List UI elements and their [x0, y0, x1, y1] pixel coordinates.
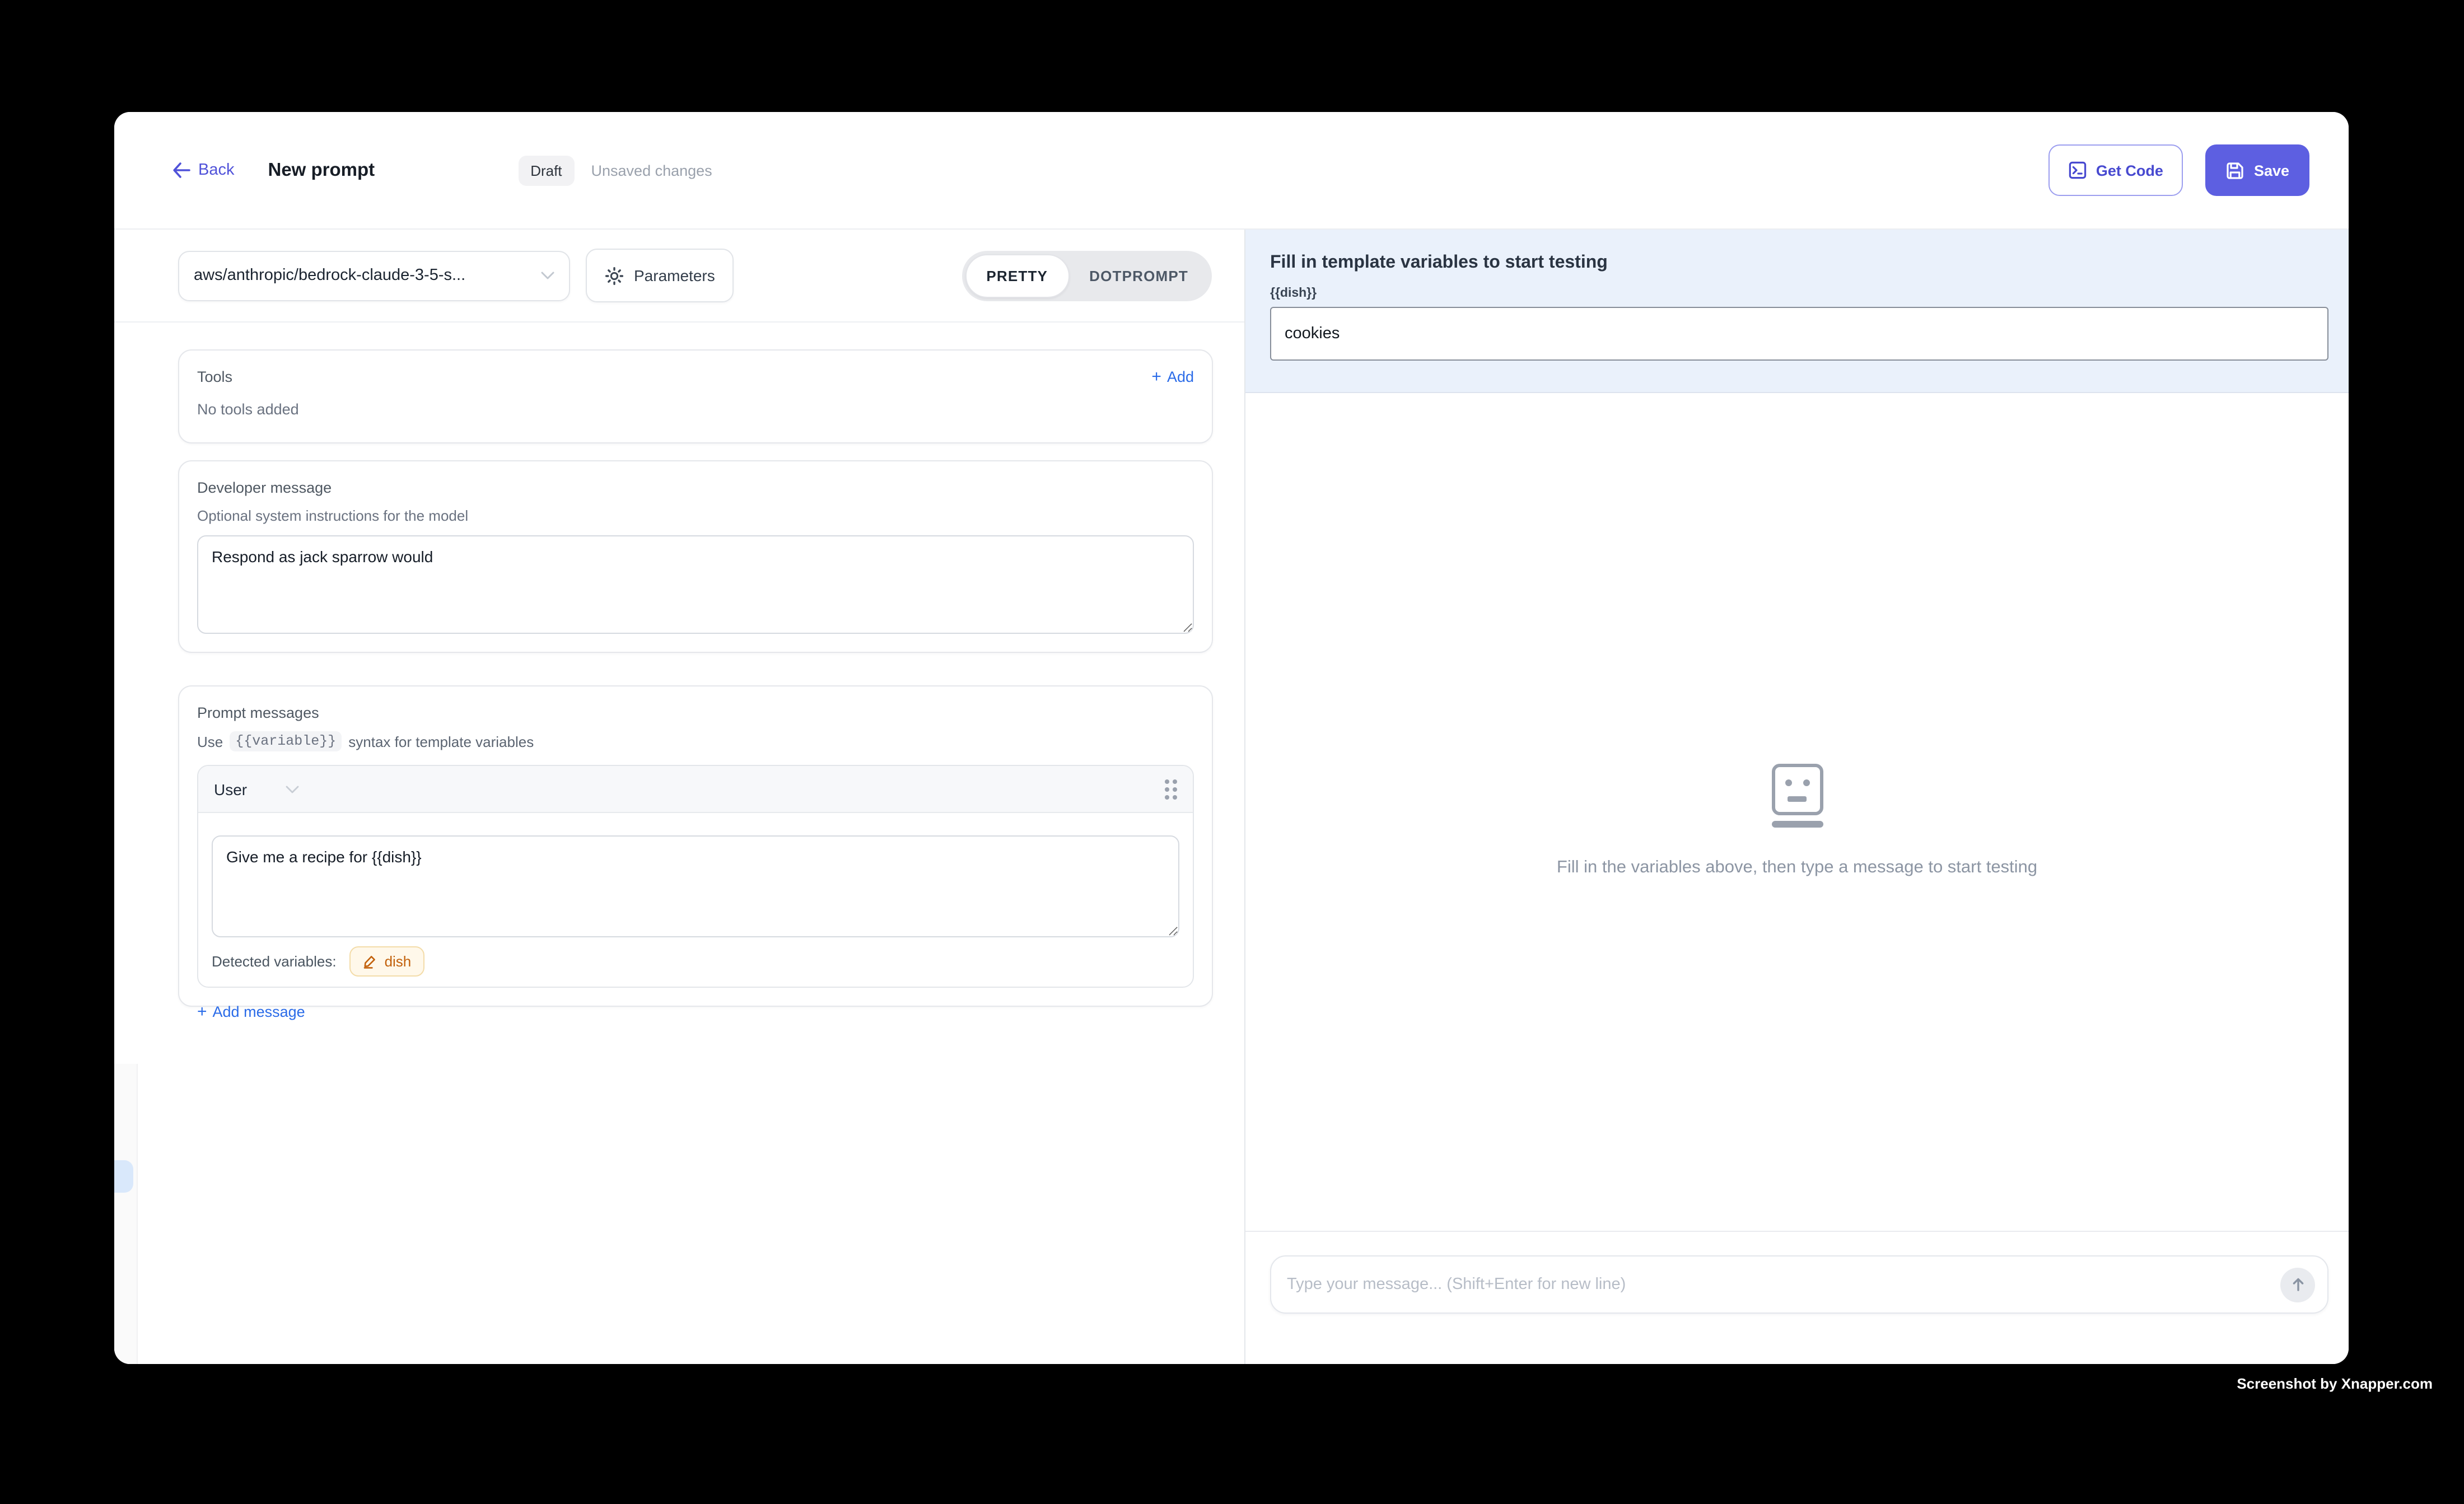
unsaved-changes-note: Unsaved changes — [591, 162, 712, 179]
model-select[interactable]: aws/anthropic/bedrock-claude-3-5-s... — [178, 250, 570, 301]
tools-empty-text: No tools added — [197, 401, 1194, 418]
role-select[interactable]: User — [214, 780, 298, 798]
chat-empty-text: Fill in the variables above, then type a… — [1557, 857, 2037, 877]
detected-variables-row: Detected variables: dish — [212, 946, 1179, 977]
detected-variables-label: Detected variables: — [212, 953, 337, 970]
message-role-bar: User — [198, 766, 1193, 813]
robot-icon — [1771, 764, 1823, 827]
header: Back New prompt Draft Unsaved changes Ge… — [114, 112, 2349, 230]
variable-name-label: {{dish}} — [1270, 287, 2328, 300]
tools-title: Tools — [197, 368, 232, 385]
editor-cards: Tools + Add No tools added Developer mes… — [114, 323, 1244, 1007]
editor-panel: aws/anthropic/bedrock-claude-3-5-s... Pa… — [114, 230, 1244, 1364]
prompt-messages-title: Prompt messages — [197, 704, 1194, 721]
add-tool-button[interactable]: + Add — [1151, 368, 1194, 385]
variable-value-input[interactable] — [1270, 307, 2328, 361]
template-variables-title: Fill in template variables to start test… — [1270, 253, 2328, 273]
prompt-messages-card: Prompt messages Use {{variable}} syntax … — [178, 685, 1213, 1007]
model-toolbar: aws/anthropic/bedrock-claude-3-5-s... Pa… — [114, 230, 1244, 323]
developer-message-card: Developer message Optional system instru… — [178, 460, 1213, 653]
parameters-button[interactable]: Parameters — [586, 249, 734, 302]
arrow-left-icon — [172, 162, 190, 178]
test-panel: Fill in template variables to start test… — [1244, 230, 2349, 1364]
send-button[interactable] — [2280, 1267, 2315, 1302]
page-title: New prompt — [268, 160, 375, 181]
developer-message-title: Developer message — [197, 479, 1194, 496]
add-message-button[interactable]: + Add message — [197, 1003, 1194, 1020]
get-code-button[interactable]: Get Code — [2049, 144, 2183, 196]
plus-icon: + — [1151, 368, 1161, 385]
drag-handle-icon[interactable] — [1165, 779, 1177, 799]
app-window: Back New prompt Draft Unsaved changes Ge… — [114, 112, 2349, 1364]
user-message-input[interactable]: Give me a recipe for {{dish}} — [212, 835, 1179, 937]
get-code-label: Get Code — [2096, 162, 2163, 179]
toggle-dotprompt[interactable]: DOTPROMPT — [1069, 254, 1208, 297]
save-button[interactable]: Save — [2206, 144, 2309, 196]
chevron-down-icon — [541, 271, 554, 280]
variable-syntax-hint: Use {{variable}} syntax for template var… — [197, 731, 1194, 751]
gear-icon — [605, 266, 624, 285]
chat-message-input[interactable] — [1287, 1276, 2280, 1293]
back-button[interactable]: Back — [172, 161, 235, 179]
terminal-icon — [2069, 161, 2087, 179]
toggle-pretty[interactable]: PRETTY — [965, 254, 1069, 297]
parameters-label: Parameters — [634, 267, 715, 284]
edit-pencil-icon — [363, 954, 378, 969]
nav-drawer-edge — [114, 1064, 138, 1364]
chevron-down-icon — [285, 784, 298, 793]
template-variables-section: Fill in template variables to start test… — [1245, 230, 2349, 393]
prompt-message-item: User Give me a recipe for {{dish}} Detec… — [197, 765, 1194, 988]
arrow-up-icon — [2290, 1277, 2306, 1292]
variable-badge-label: dish — [385, 953, 412, 970]
chat-input-box — [1270, 1255, 2328, 1314]
chat-empty-state: Fill in the variables above, then type a… — [1245, 764, 2349, 877]
chat-footer — [1245, 1231, 2349, 1364]
status-badge: Draft — [518, 155, 574, 185]
nav-drawer-active-item[interactable] — [114, 1160, 133, 1193]
screenshot-canvas: Back New prompt Draft Unsaved changes Ge… — [0, 0, 2464, 1504]
hint-prefix: Use — [197, 733, 223, 750]
add-tool-label: Add — [1167, 368, 1194, 385]
save-icon — [2226, 161, 2245, 180]
back-label: Back — [198, 161, 235, 179]
variable-badge-dish[interactable]: dish — [350, 946, 425, 977]
add-message-label: Add message — [213, 1003, 305, 1020]
save-label: Save — [2254, 162, 2289, 179]
developer-message-subtitle: Optional system instructions for the mod… — [197, 507, 1194, 524]
tools-card: Tools + Add No tools added — [178, 349, 1213, 443]
watermark: Screenshot by Xnapper.com — [2237, 1375, 2433, 1392]
hint-code: {{variable}} — [230, 731, 342, 751]
role-select-value: User — [214, 780, 247, 798]
view-toggle: PRETTY DOTPROMPT — [962, 250, 1212, 301]
model-select-value: aws/anthropic/bedrock-claude-3-5-s... — [194, 267, 541, 284]
developer-message-input[interactable]: Respond as jack sparrow would — [197, 535, 1194, 634]
plus-icon: + — [197, 1003, 207, 1020]
hint-suffix: syntax for template variables — [348, 733, 534, 750]
message-body: Give me a recipe for {{dish}} Detected v… — [198, 813, 1193, 987]
